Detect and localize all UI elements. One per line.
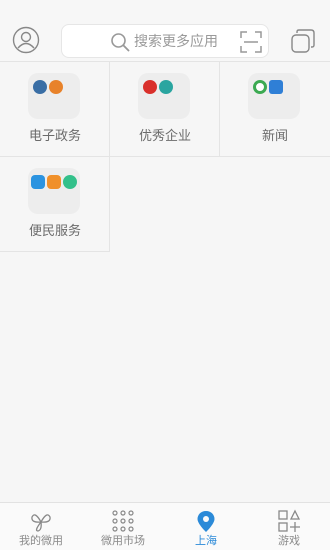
shapes-icon	[278, 509, 301, 532]
tab-label: 我的微用	[19, 534, 63, 547]
blue-news-icon	[269, 80, 283, 94]
search-placeholder: 搜索更多应用	[134, 34, 218, 50]
police-badge-icon	[33, 80, 47, 94]
folder-icon	[28, 73, 80, 119]
category-convenience[interactable]: 便民服务	[0, 157, 110, 252]
search-icon	[111, 33, 130, 52]
orange-seal-icon	[49, 80, 63, 94]
leaves-icon	[31, 514, 51, 532]
category-e-government[interactable]: 电子政务	[0, 62, 110, 157]
folder-icon	[28, 168, 80, 214]
tab-label: 上海	[195, 534, 217, 547]
red-logo-icon	[143, 80, 157, 94]
folder-icon	[138, 73, 190, 119]
green-ring-icon	[253, 80, 267, 94]
category-label: 优秀企业	[138, 129, 191, 144]
cards-icon[interactable]	[290, 28, 316, 54]
bottom-tab-bar: 我的微用 微用市场 上海 游戏	[0, 502, 330, 550]
tab-market[interactable]: 微用市场	[82, 503, 164, 550]
tab-label: 微用市场	[101, 534, 145, 547]
green-grid-icon	[63, 175, 77, 189]
blue-service-icon	[31, 175, 45, 189]
category-label: 新闻	[261, 129, 288, 144]
category-news[interactable]: 新闻	[220, 62, 330, 157]
category-label: 便民服务	[28, 224, 81, 239]
teal-logo-icon	[159, 80, 173, 94]
tab-label: 游戏	[278, 534, 300, 547]
dots-grid-icon	[112, 510, 134, 532]
tab-games[interactable]: 游戏	[248, 503, 330, 550]
category-label: 电子政务	[28, 129, 81, 144]
scan-icon[interactable]	[240, 31, 262, 53]
folder-icon	[248, 73, 300, 119]
orange-person-icon	[47, 175, 61, 189]
location-pin-icon	[197, 511, 215, 532]
top-bar: 搜索更多应用	[0, 0, 330, 62]
category-enterprises[interactable]: 优秀企业	[110, 62, 220, 157]
avatar-icon[interactable]	[12, 26, 40, 54]
tab-shanghai[interactable]: 上海	[165, 503, 247, 550]
search-input[interactable]: 搜索更多应用	[61, 24, 269, 58]
tab-my-apps[interactable]: 我的微用	[0, 503, 82, 550]
